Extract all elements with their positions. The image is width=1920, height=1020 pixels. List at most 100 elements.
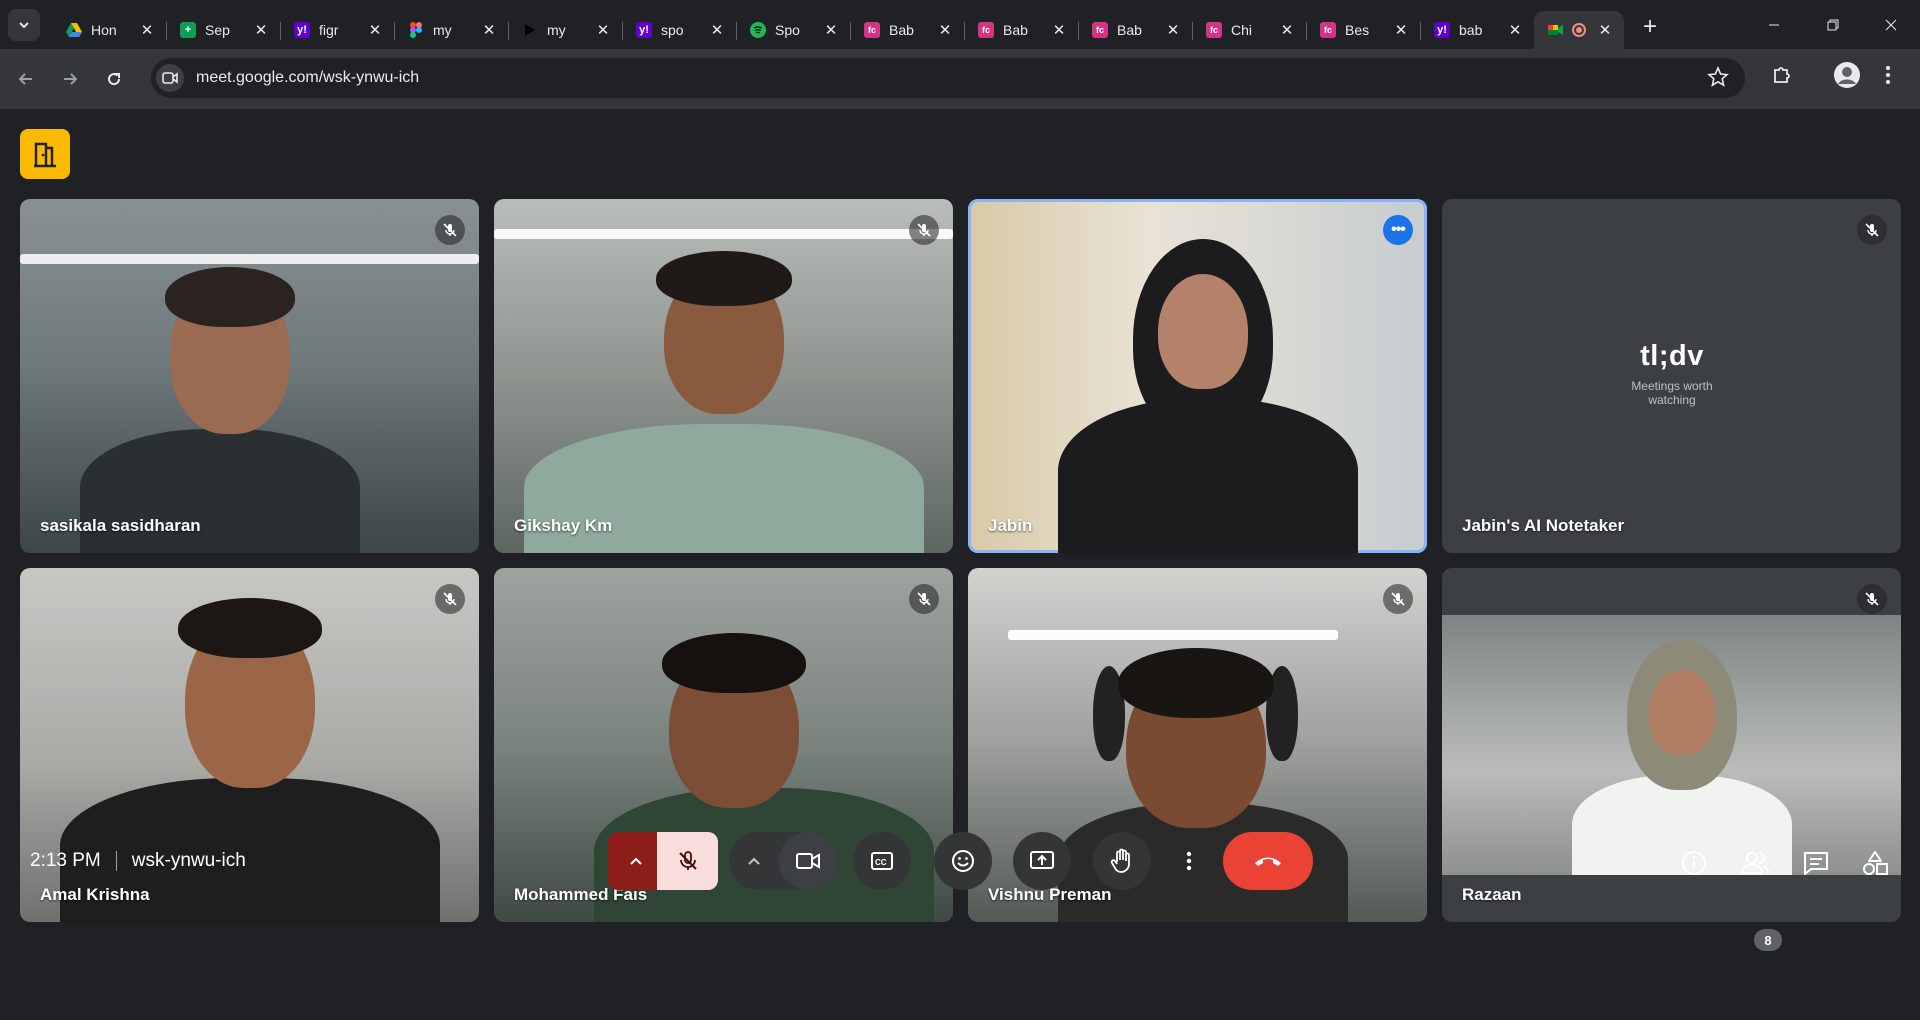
tab-10[interactable]: fc Chi ✕ <box>1192 11 1306 49</box>
tab-title: Hon <box>91 22 117 38</box>
emoji-icon <box>952 850 974 872</box>
tab-3[interactable]: my ✕ <box>394 11 508 49</box>
google-sheets-icon: + <box>180 22 196 38</box>
close-icon[interactable]: ✕ <box>594 21 612 39</box>
extensions-button[interactable] <box>1770 63 1794 92</box>
avatar-icon <box>1834 62 1860 88</box>
audio-settings-button[interactable] <box>608 832 663 890</box>
tab-title: Sep <box>205 22 230 38</box>
participant-tile-active[interactable]: ••• Jabin <box>968 199 1427 553</box>
notetaker-tagline: Meetings worth watching <box>1631 378 1713 407</box>
close-icon <box>1885 19 1897 30</box>
participant-name: sasikala sasidharan <box>40 516 201 535</box>
tab-1[interactable]: + Sep ✕ <box>166 11 280 49</box>
participant-count-badge: 8 <box>1754 929 1782 951</box>
tab-6[interactable]: Spo ✕ <box>736 11 850 49</box>
participant-video <box>1442 615 1901 875</box>
yahoo-icon: y! <box>636 22 652 38</box>
close-icon[interactable]: ✕ <box>1596 21 1614 39</box>
forward-button[interactable] <box>52 61 88 97</box>
close-icon[interactable]: ✕ <box>480 21 498 39</box>
tab-5[interactable]: y! spo ✕ <box>622 11 736 49</box>
info-icon <box>1682 851 1706 875</box>
meeting-details-button[interactable] <box>1674 843 1714 883</box>
participant-tile[interactable]: Gikshay Km <box>494 199 953 553</box>
minimize-button[interactable] <box>1745 0 1803 49</box>
close-icon[interactable]: ✕ <box>1278 21 1296 39</box>
tab-11[interactable]: fc Bes ✕ <box>1306 11 1420 49</box>
restore-button[interactable] <box>1804 0 1862 49</box>
chevron-up-icon <box>748 857 760 865</box>
close-icon[interactable]: ✕ <box>1506 21 1524 39</box>
reload-icon <box>108 73 121 86</box>
notetaker-logo: tl;dv <box>1640 339 1704 372</box>
door-icon <box>34 142 56 168</box>
address-bar[interactable]: meet.google.com/wsk-ynwu-ich <box>151 58 1745 98</box>
mic-off-icon <box>1865 223 1879 237</box>
participant-name: Amal Krishna <box>40 885 150 904</box>
profile-button[interactable] <box>1833 61 1861 94</box>
tab-search-button[interactable] <box>8 8 40 41</box>
leave-call-button[interactable] <box>1223 832 1313 890</box>
tab-13-google-meet[interactable]: ✕ <box>1534 11 1624 49</box>
mic-off-icon <box>678 851 697 870</box>
close-icon[interactable]: ✕ <box>366 21 384 39</box>
mic-off-icon <box>1391 592 1405 606</box>
participant-tile[interactable]: sasikala sasidharan <box>20 199 479 553</box>
close-window-button[interactable] <box>1862 0 1920 49</box>
people-button[interactable] <box>1735 843 1775 883</box>
activities-button[interactable] <box>1855 843 1895 883</box>
more-vert-icon <box>1886 66 1890 84</box>
puzzle-icon <box>1774 67 1790 83</box>
meeting-time: 2:13 PM <box>30 850 101 871</box>
bookmark-button[interactable] <box>1707 65 1729 93</box>
firstcry-icon: fc <box>864 22 880 38</box>
tab-title: my <box>433 22 452 38</box>
close-icon[interactable]: ✕ <box>252 21 270 39</box>
participant-more-options-button[interactable]: ••• <box>1383 215 1413 245</box>
mic-off-icon <box>443 223 457 237</box>
firstcry-icon: fc <box>1092 22 1108 38</box>
chat-button[interactable] <box>1796 843 1836 883</box>
divider <box>115 851 117 871</box>
close-icon[interactable]: ✕ <box>1392 21 1410 39</box>
tab-title: figr <box>319 22 339 38</box>
chat-icon <box>1804 852 1828 875</box>
more-options-button[interactable] <box>1172 832 1206 890</box>
svg-text:CC: CC <box>875 858 887 867</box>
close-icon[interactable]: ✕ <box>1164 21 1182 39</box>
yahoo-icon: y! <box>1434 22 1450 38</box>
tab-title: Spo <box>775 22 800 38</box>
close-icon[interactable]: ✕ <box>1050 21 1068 39</box>
firstcry-icon: fc <box>978 22 994 38</box>
tab-8[interactable]: fc Bab ✕ <box>964 11 1078 49</box>
browser-menu-button[interactable] <box>1883 63 1893 92</box>
tab-title: bab <box>1459 22 1483 38</box>
tab-2[interactable]: y! figr ✕ <box>280 11 394 49</box>
captions-button[interactable]: CC <box>853 832 911 890</box>
close-icon[interactable]: ✕ <box>708 21 726 39</box>
meeting-info-logo-button[interactable] <box>20 129 70 179</box>
close-icon[interactable]: ✕ <box>822 21 840 39</box>
tab-7[interactable]: fc Bab ✕ <box>850 11 964 49</box>
camera-toggle-button[interactable] <box>779 832 837 890</box>
present-screen-button[interactable] <box>1013 832 1071 890</box>
participant-tile[interactable]: tl;dv Meetings worth watching Jabin's AI… <box>1442 199 1901 553</box>
reload-button[interactable] <box>96 61 132 97</box>
tab-0[interactable]: Hon ✕ <box>52 11 166 49</box>
microphone-toggle-button[interactable] <box>657 832 718 890</box>
back-button[interactable] <box>8 61 44 97</box>
reactions-button[interactable] <box>934 832 992 890</box>
raise-hand-button[interactable] <box>1093 832 1151 890</box>
firstcry-icon: fc <box>1320 22 1336 38</box>
new-tab-button[interactable]: + <box>1636 13 1664 41</box>
figma-icon <box>408 22 424 38</box>
close-icon[interactable]: ✕ <box>138 21 156 39</box>
site-info-button[interactable] <box>156 64 184 92</box>
tab-12[interactable]: y! bab ✕ <box>1420 11 1534 49</box>
tab-9[interactable]: fc Bab ✕ <box>1078 11 1192 49</box>
tab-title: my <box>547 22 566 38</box>
closed-captions-icon: CC <box>871 852 893 870</box>
tab-4[interactable]: my ✕ <box>508 11 622 49</box>
close-icon[interactable]: ✕ <box>936 21 954 39</box>
